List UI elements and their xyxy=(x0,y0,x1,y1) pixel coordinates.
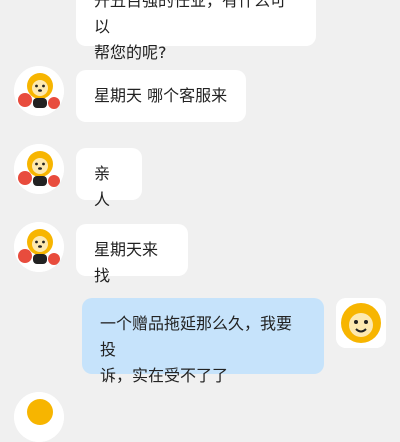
message-bubble[interactable]: 星期天来找 xyxy=(76,224,188,285)
message-bubble[interactable]: 亲人 xyxy=(76,148,142,209)
avatar[interactable] xyxy=(14,66,64,116)
message-text: 帮您的呢? xyxy=(94,43,167,62)
message-bubble[interactable]: 一个赠品拖延那么久，我要投 诉，实在受不了了 xyxy=(82,298,324,385)
lion-mascot-icon xyxy=(14,66,64,116)
avatar[interactable] xyxy=(336,298,386,348)
avatar[interactable] xyxy=(14,222,64,272)
message-text: 星期天 哪个客服来 xyxy=(94,86,228,105)
lion-mascot-icon xyxy=(14,144,64,194)
message-bubble[interactable]: 星期天 哪个客服来 xyxy=(76,70,246,122)
avatar[interactable] xyxy=(14,144,64,194)
lion-face-icon xyxy=(336,298,386,348)
lion-mascot-icon xyxy=(14,222,64,272)
message-text: 一个赠品拖延那么久，我要投 xyxy=(100,314,293,359)
message-text: 星期天来找 xyxy=(94,240,159,285)
message-text: 亲人 xyxy=(94,164,111,209)
message-text: 开丑百强的任业，有什么可以 xyxy=(94,0,287,36)
message-bubble[interactable]: 开丑百强的任业，有什么可以 帮您的呢? xyxy=(76,0,316,62)
message-text: 诉，实在受不了了 xyxy=(100,366,229,385)
